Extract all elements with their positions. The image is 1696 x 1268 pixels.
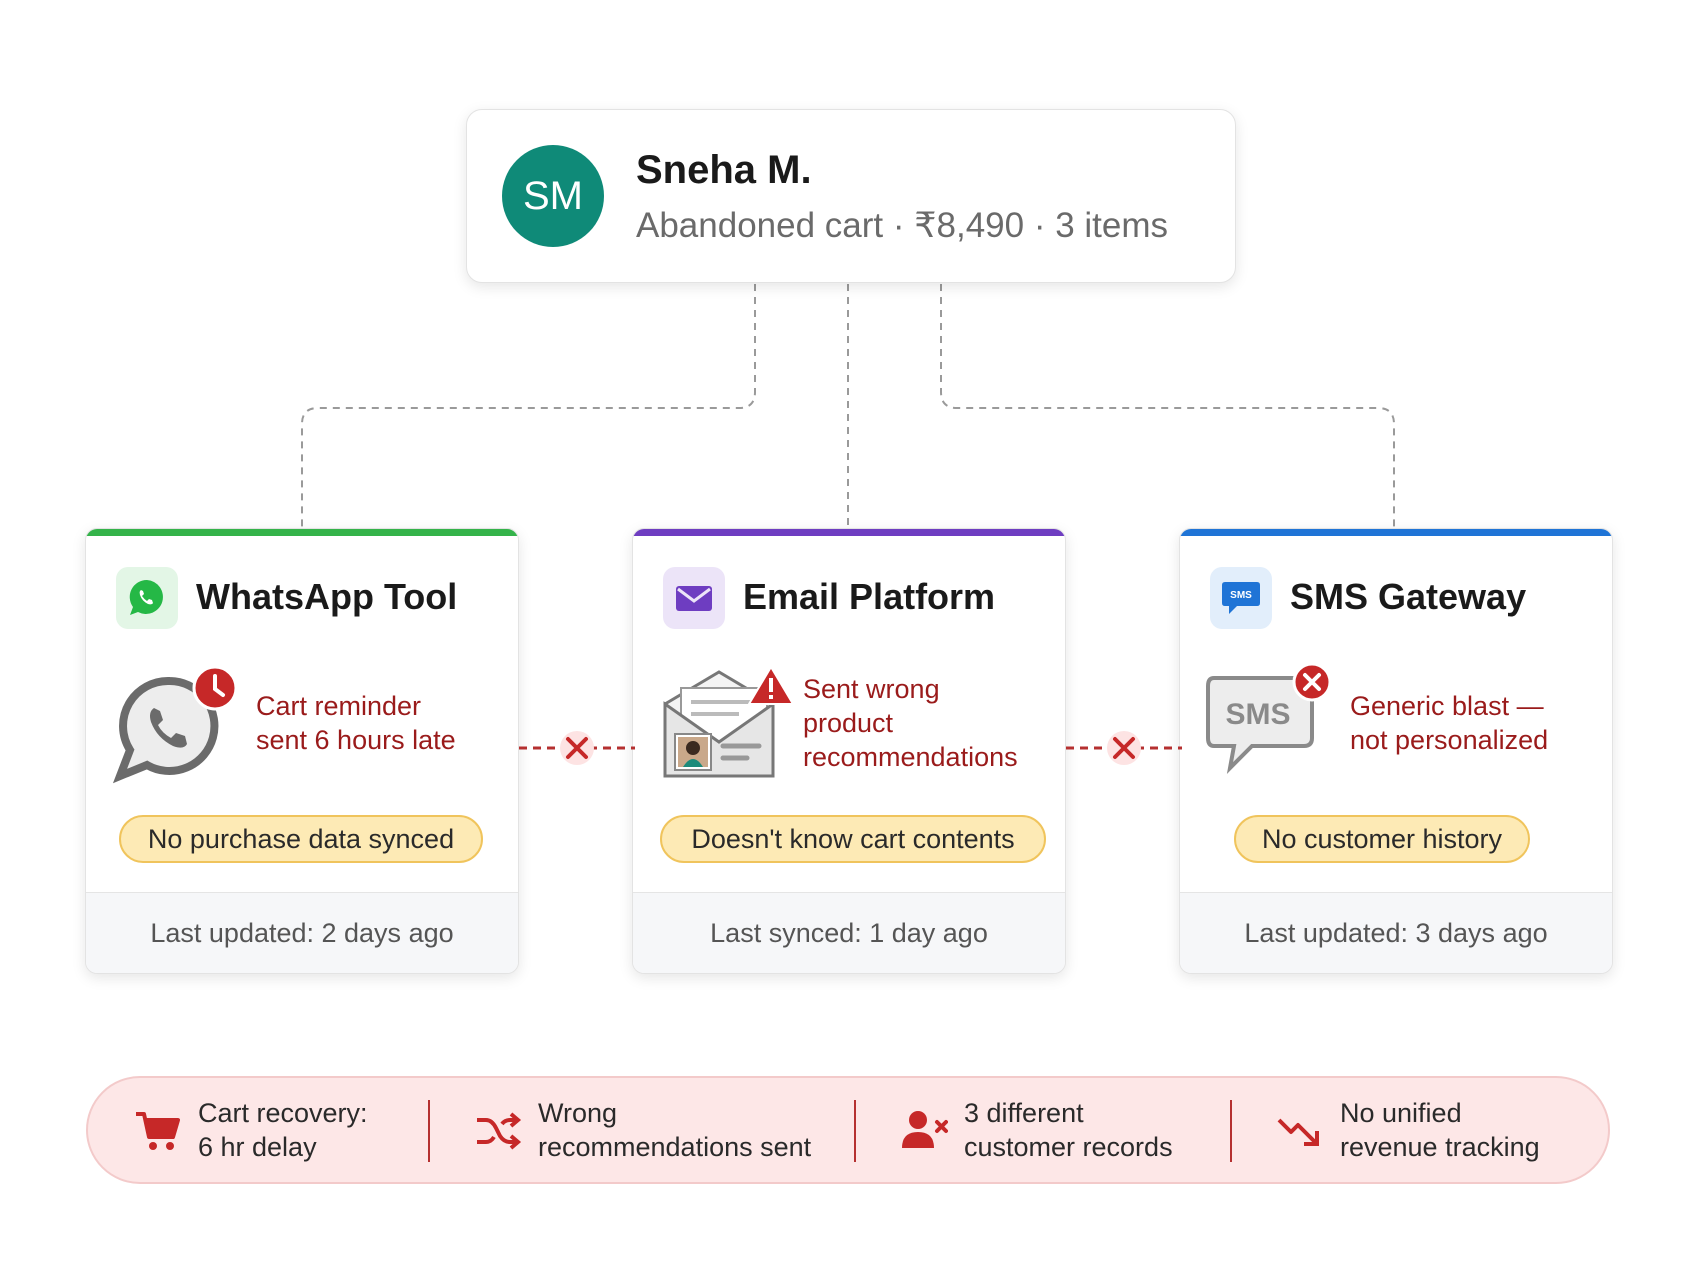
whatsapp-icon [116, 567, 178, 629]
broken-link-email-sms [1066, 731, 1182, 765]
tool-footer: Last updated: 2 days ago [86, 892, 518, 973]
tool-card-whatsapp[interactable]: WhatsApp Tool Cart reminder sent 6 hours… [85, 528, 519, 974]
sms-accent-bar [1180, 529, 1612, 536]
impact-summary-bar: Cart recovery: 6 hr delay Wrong recommen… [86, 1076, 1610, 1184]
summary-divider [1230, 1100, 1232, 1162]
cart-icon [136, 1112, 180, 1150]
whatsapp-late-graphic [112, 664, 242, 784]
sms-blast-graphic: SMS [1206, 662, 1336, 784]
email-wrong-graphic [659, 664, 799, 784]
summary-text: Cart recovery: 6 hr delay [198, 1098, 368, 1162]
tool-footer: Last updated: 3 days ago [1180, 892, 1612, 973]
sms-icon: SMS [1210, 567, 1272, 629]
sms-badge-label: SMS [1230, 590, 1252, 601]
tool-title: Email Platform [743, 576, 996, 617]
customer-name: Sneha M. [636, 148, 812, 192]
connector-sms [940, 284, 1395, 528]
tool-title: SMS Gateway [1290, 576, 1527, 617]
issue-text: Sent wrong product recommendations [803, 674, 1018, 772]
summary-item-records: 3 different customer records [900, 1078, 1173, 1182]
issue-pill: Doesn't know cart contents [660, 815, 1046, 863]
email-accent-bar [633, 529, 1065, 536]
issue-text: Cart reminder sent 6 hours late [256, 691, 456, 755]
trend-down-icon [1277, 1118, 1319, 1146]
tool-footer: Last synced: 1 day ago [633, 892, 1065, 973]
issue-pill: No purchase data synced [119, 815, 483, 863]
customer-card[interactable]: SM Sneha M. Abandoned cart · ₹8,490 · 3 … [466, 109, 1236, 283]
summary-text: 3 different customer records [964, 1098, 1173, 1162]
cart-summary: Abandoned cart · ₹8,490 · 3 items [636, 206, 1169, 245]
avatar: SM [502, 145, 604, 247]
whatsapp-accent-bar [86, 529, 518, 536]
summary-divider [428, 1100, 430, 1162]
issue-pill: No customer history [1234, 815, 1530, 863]
summary-text: No unified revenue tracking [1340, 1098, 1540, 1162]
summary-item-recommendations: Wrong recommendations sent [474, 1078, 811, 1182]
issue-text: Generic blast — not personalized [1350, 691, 1549, 755]
warning-icon [748, 666, 794, 705]
clock-alert-icon [192, 665, 238, 711]
summary-text: Wrong recommendations sent [538, 1098, 812, 1162]
error-x-icon [1292, 662, 1332, 702]
user-remove-icon [902, 1111, 948, 1148]
summary-divider [854, 1100, 856, 1162]
tool-card-email[interactable]: Email Platform Sent wrong product recomm… [632, 528, 1066, 974]
envelope-icon [663, 567, 725, 629]
connector-whatsapp [301, 284, 756, 528]
tool-title: WhatsApp Tool [196, 576, 458, 617]
tool-card-sms[interactable]: SMS SMS Gateway SMS Generic blast — not … [1179, 528, 1613, 974]
broken-link-whatsapp-email [519, 731, 635, 765]
summary-item-revenue: No unified revenue tracking [1276, 1078, 1540, 1182]
shuffle-icon [477, 1112, 522, 1150]
sms-bubble-label: SMS [1225, 698, 1290, 731]
summary-item-cart: Cart recovery: 6 hr delay [134, 1078, 368, 1182]
